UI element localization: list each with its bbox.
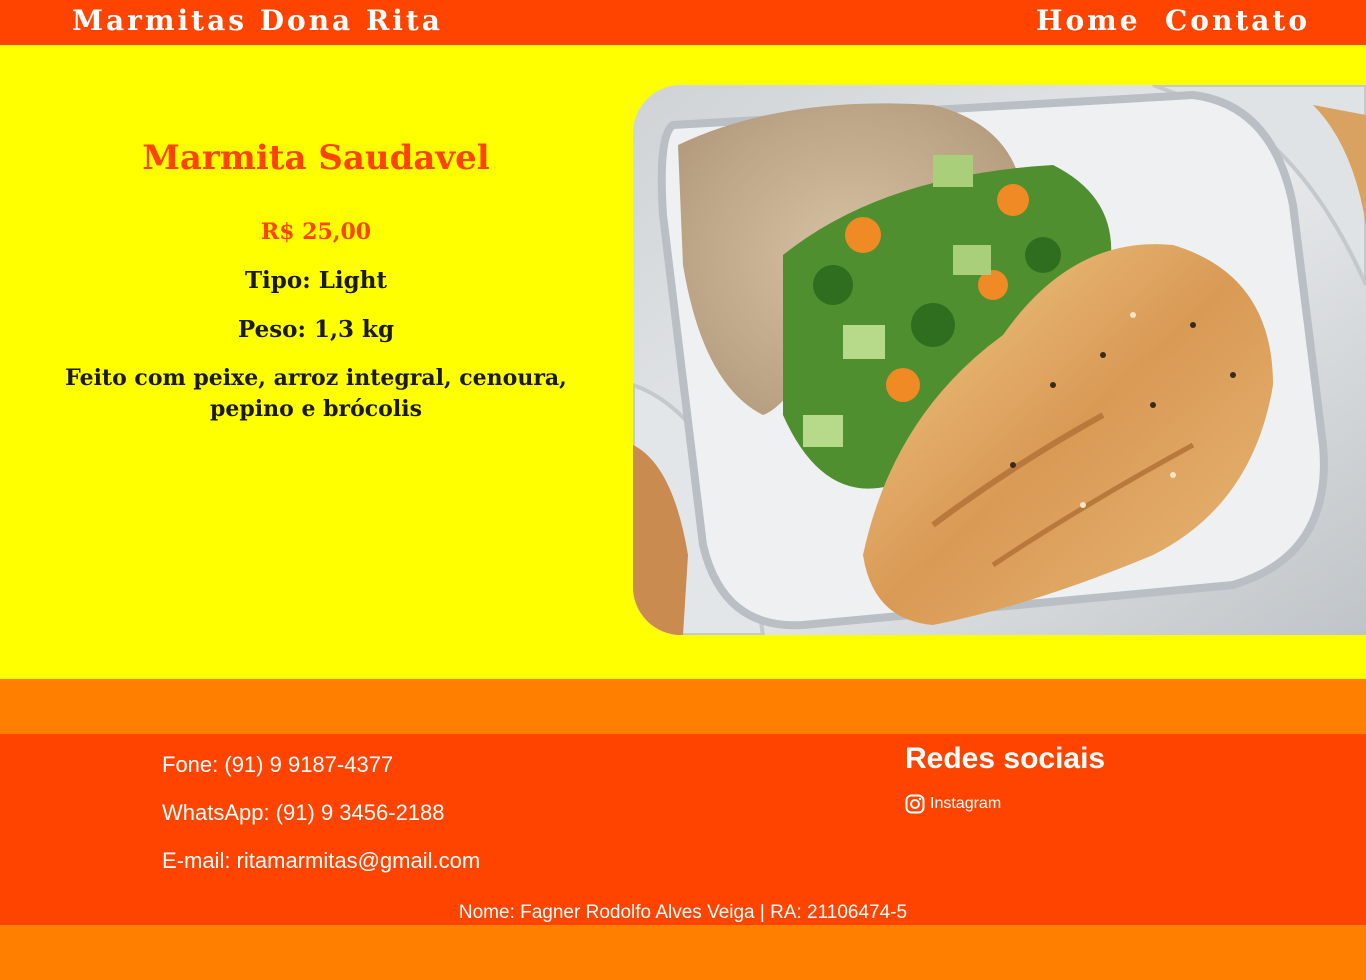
site-header: Marmitas Dona Rita Home Contato: [0, 0, 1366, 45]
bottom-band: [0, 925, 1366, 980]
orange-band: [0, 679, 1366, 734]
instagram-link[interactable]: Instagram: [905, 794, 1001, 814]
product-description: Feito com peixe, arroz integral, cenoura…: [65, 365, 567, 422]
product-section: Marmita Saudavel R$ 25,00 Tipo: Light Pe…: [0, 45, 1366, 679]
social-heading: Redes sociais: [905, 742, 1106, 775]
food-photo: [633, 85, 1366, 635]
credits-text: Nome: Fagner Rodolfo Alves Veiga | RA: 2…: [458, 902, 908, 923]
nav-contato-link[interactable]: Contato: [1165, 4, 1310, 37]
product-weight: Peso: 1,3 kg: [237, 316, 395, 343]
product-type: Tipo: Light: [244, 267, 388, 294]
instagram-icon: [905, 794, 925, 814]
contact-email: E-mail: ritamarmitas@gmail.com: [162, 848, 481, 873]
contact-whatsapp: WhatsApp: (91) 9 3456-2188: [162, 800, 445, 825]
nav-home-link[interactable]: Home: [1036, 4, 1141, 37]
site-footer: Fone: (91) 9 9187-4377 WhatsApp: (91) 9 …: [0, 734, 1366, 925]
product-price: R$ 25,00: [260, 219, 372, 245]
product-name: Marmita Saudavel: [142, 138, 490, 178]
instagram-label: Instagram: [930, 795, 1002, 812]
contact-phone: Fone: (91) 9 9187-4377: [162, 752, 394, 777]
product-info: Marmita Saudavel R$ 25,00 Tipo: Light Pe…: [16, 135, 616, 425]
site-title-link[interactable]: Marmitas Dona Rita: [72, 4, 443, 37]
